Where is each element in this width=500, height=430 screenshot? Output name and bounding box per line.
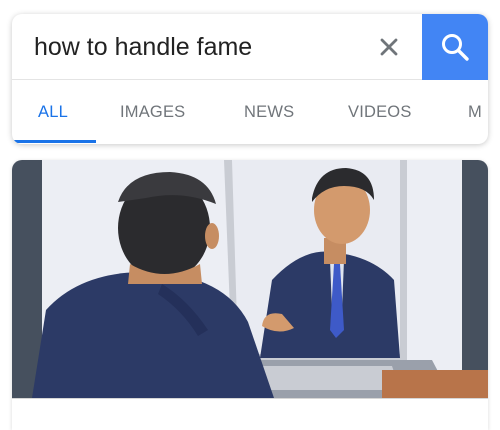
search-bar: how to handle fame [12, 14, 488, 80]
clear-button[interactable] [370, 28, 408, 66]
tab-more[interactable]: M [468, 80, 482, 144]
tab-videos[interactable]: VIDEOS [348, 80, 412, 144]
tab-all[interactable]: ALL [38, 80, 68, 144]
search-icon [442, 34, 469, 61]
tab-news[interactable]: NEWS [244, 80, 294, 144]
search-card: how to handle fame ALL IMAGES NEWS VIDEO… [12, 14, 488, 144]
result-image[interactable] [12, 160, 488, 398]
search-button[interactable] [422, 14, 488, 80]
tab-images[interactable]: IMAGES [120, 80, 185, 144]
active-tab-indicator [12, 140, 96, 143]
close-icon [380, 38, 398, 56]
card-divider [12, 398, 488, 399]
search-input[interactable]: how to handle fame [34, 30, 252, 64]
search-tabs: ALL IMAGES NEWS VIDEOS M [12, 80, 488, 144]
image-result-card[interactable] [12, 160, 488, 430]
